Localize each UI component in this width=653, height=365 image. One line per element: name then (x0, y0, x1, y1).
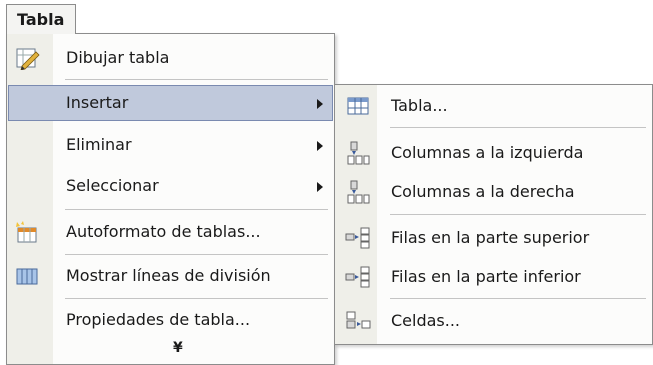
menu-item-table-properties[interactable]: Propiedades de tabla... (8, 302, 333, 338)
menu-item-autoformat[interactable]: Autoformato de tablas... (8, 214, 333, 250)
submenu-item-rows-above[interactable]: Filas en la parte superior (336, 220, 651, 256)
table-menu: Dibujar tabla Insertar Eliminar Seleccio… (6, 33, 335, 365)
menu-item-label: Dibujar tabla (66, 48, 170, 67)
insert-row-below-icon (345, 266, 370, 288)
pencil-icon (16, 48, 40, 70)
menu-separator (390, 214, 646, 215)
gridlines-icon (16, 268, 38, 285)
menu-item-label: Seleccionar (66, 176, 159, 195)
submenu-arrow-icon (317, 99, 323, 109)
menu-item-label: Propiedades de tabla... (66, 310, 251, 329)
submenu-item-columns-right[interactable]: Columnas a la derecha (336, 174, 651, 210)
menu-item-delete[interactable]: Eliminar (8, 127, 333, 163)
menu-item-label: Eliminar (66, 135, 132, 154)
submenu-item-label: Columnas a la derecha (391, 182, 575, 201)
menu-expand-button[interactable]: ¥ (8, 334, 333, 364)
menu-item-select[interactable]: Seleccionar (8, 168, 333, 204)
insert-column-left-icon (347, 141, 370, 165)
insert-cells-icon (346, 311, 371, 329)
menu-separator (65, 79, 328, 80)
submenu-item-label: Columnas a la izquierda (391, 143, 584, 162)
menubar-tab-label: Tabla (17, 10, 65, 29)
menu-item-label: Mostrar líneas de división (66, 266, 271, 285)
menu-item-label: Autoformato de tablas... (66, 222, 261, 241)
menu-separator (390, 298, 646, 299)
insert-row-above-icon (345, 227, 370, 249)
autoformat-icon (16, 221, 37, 243)
submenu-item-table[interactable]: Tabla... (336, 88, 651, 124)
submenu-item-columns-left[interactable]: Columnas a la izquierda (336, 135, 651, 171)
table-icon (347, 97, 369, 115)
submenu-item-label: Filas en la parte superior (391, 228, 590, 247)
submenu-item-cells[interactable]: Celdas... (336, 303, 651, 339)
submenu-arrow-icon (317, 141, 323, 151)
submenu-item-rows-below[interactable]: Filas en la parte inferior (336, 259, 651, 295)
menubar-tab-tabla[interactable]: Tabla (6, 4, 76, 34)
submenu-item-label: Celdas... (391, 311, 461, 330)
menu-separator (65, 209, 328, 210)
menu-item-insert[interactable]: Insertar (8, 85, 333, 121)
insert-submenu: Tabla... Columnas a la izquierda Columna… (334, 84, 653, 345)
menu-separator (65, 298, 328, 299)
menu-separator (65, 254, 328, 255)
submenu-item-label: Filas en la parte inferior (391, 267, 581, 286)
submenu-item-label: Tabla... (391, 96, 448, 115)
menu-item-draw-table[interactable]: Dibujar tabla (8, 40, 333, 76)
chevron-double-down-icon: ¥ (173, 340, 183, 356)
menu-item-label: Insertar (66, 93, 129, 112)
insert-column-right-icon (347, 180, 370, 204)
menu-item-show-gridlines[interactable]: Mostrar líneas de división (8, 258, 333, 294)
menu-separator (390, 127, 646, 128)
submenu-arrow-icon (317, 182, 323, 192)
